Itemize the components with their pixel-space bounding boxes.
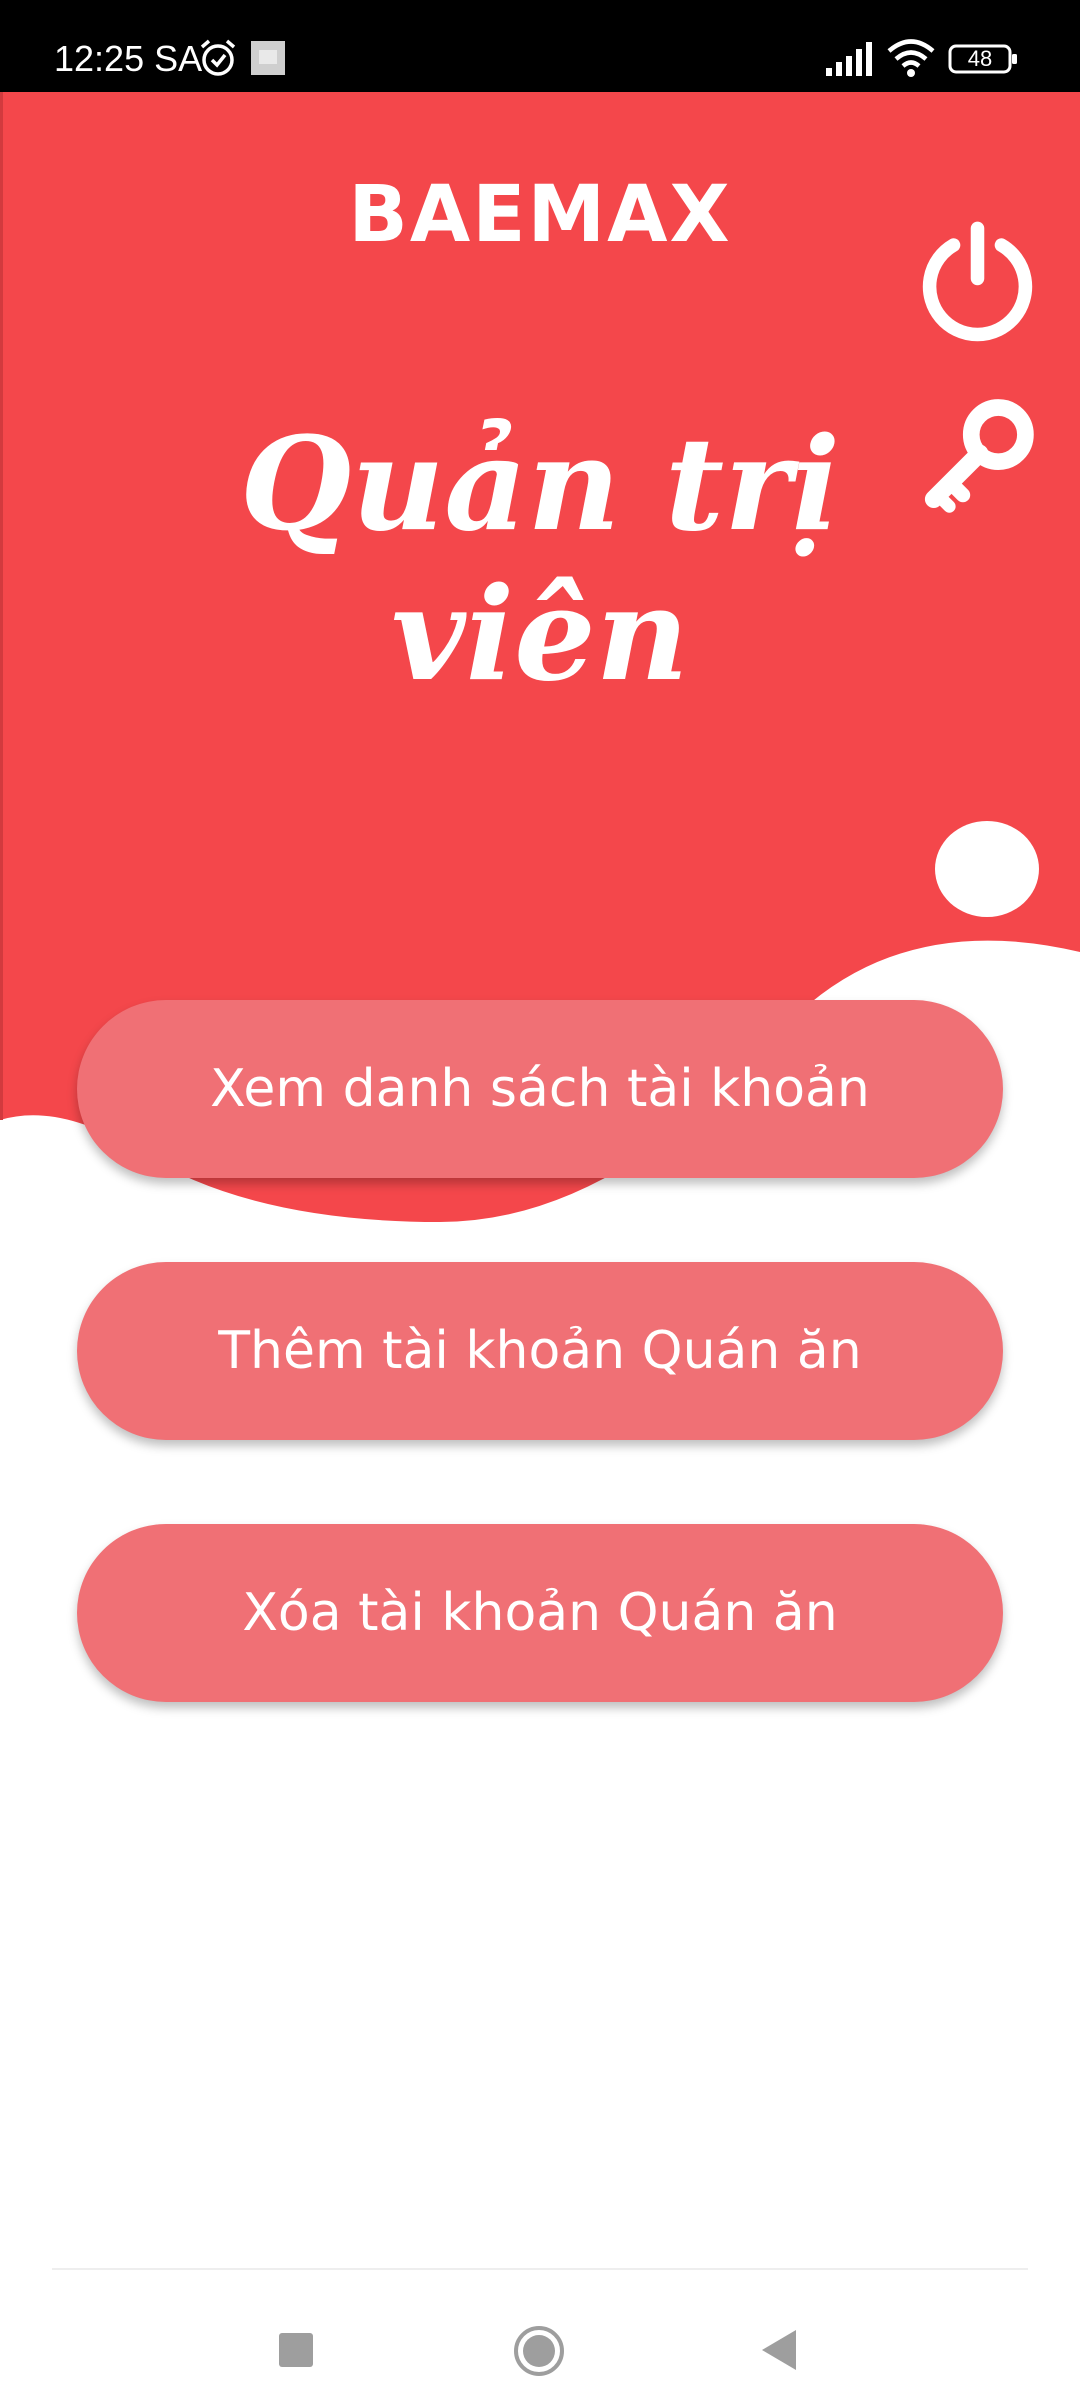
status-bar: 12:25 SA 48 xyxy=(0,0,1080,92)
add-restaurant-account-button[interactable]: Thêm tài khoản Quán ăn xyxy=(77,1262,1003,1440)
status-time: 12:25 SA xyxy=(54,38,203,79)
navigation-bar xyxy=(0,2270,1080,2400)
notification-icon xyxy=(251,41,285,75)
power-icon[interactable] xyxy=(915,218,1040,343)
key-icon[interactable] xyxy=(915,395,1040,520)
home-icon[interactable] xyxy=(512,2324,566,2378)
signal-icon xyxy=(826,42,872,76)
battery-level: 48 xyxy=(967,46,993,71)
alarm-icon xyxy=(200,39,236,76)
admin-menu: Xem danh sách tài khoản Thêm tài khoản Q… xyxy=(77,1000,1003,1786)
wifi-icon xyxy=(887,39,935,77)
back-icon[interactable] xyxy=(760,2328,800,2372)
recent-apps-icon[interactable] xyxy=(278,2332,314,2368)
page-title: Quản trị viên xyxy=(239,410,841,710)
admin-screen: 12:25 SA 48 BAEMAX Quản trị viên Xem dan… xyxy=(0,0,1080,2400)
view-accounts-button[interactable]: Xem danh sách tài khoản xyxy=(77,1000,1003,1178)
delete-restaurant-account-button[interactable]: Xóa tài khoản Quán ăn xyxy=(77,1524,1003,1702)
